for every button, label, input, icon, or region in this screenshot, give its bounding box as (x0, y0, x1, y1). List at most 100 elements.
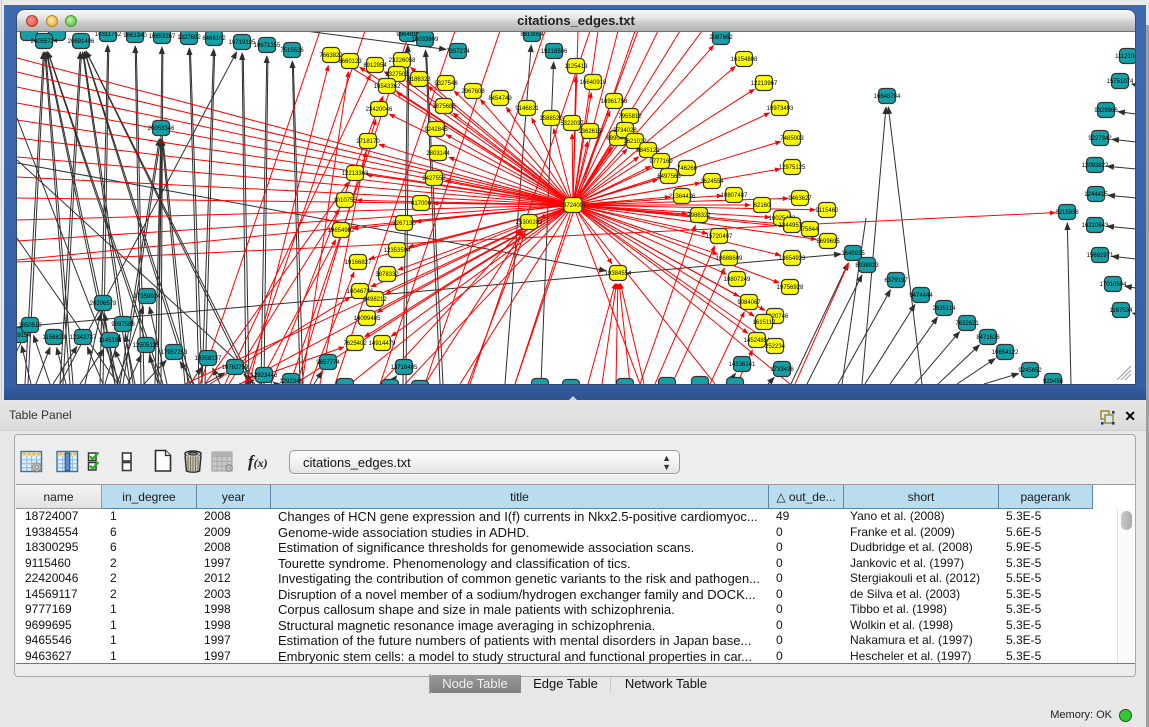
svg-text:11121066: 11121066 (1115, 54, 1135, 60)
svg-text:62160: 62160 (754, 203, 771, 209)
svg-text:9115460: 9115460 (816, 208, 840, 214)
svg-text:17957253: 17957253 (161, 350, 188, 356)
svg-text:19654982: 19654982 (328, 228, 355, 234)
svg-text:14136141: 14136141 (729, 362, 756, 368)
svg-text:12342737: 12342737 (70, 335, 97, 341)
svg-text:9084067: 9084067 (737, 300, 761, 306)
svg-text:9327503: 9327503 (385, 72, 409, 78)
svg-text:10358137: 10358137 (195, 356, 222, 362)
svg-text:2718170: 2718170 (356, 139, 380, 145)
svg-text:9242845: 9242845 (424, 127, 448, 133)
svg-text:7515526: 7515526 (280, 48, 304, 54)
svg-text:10654122: 10654122 (992, 350, 1019, 356)
svg-text:1125419: 1125419 (565, 64, 589, 70)
svg-text:24055724: 24055724 (31, 39, 58, 45)
svg-text:17010504: 17010504 (1100, 282, 1127, 288)
svg-text:16640910: 16640910 (580, 80, 607, 86)
svg-text:10311752: 10311752 (95, 32, 122, 38)
svg-text:12213363: 12213363 (342, 171, 369, 177)
svg-text:1362615: 1362615 (578, 129, 602, 135)
svg-text:20206578: 20206578 (90, 301, 117, 307)
svg-text:9777169: 9777169 (649, 159, 673, 165)
svg-text:3267130: 3267130 (392, 221, 416, 227)
svg-text:1244415: 1244415 (1084, 192, 1108, 198)
svg-text:23226058: 23226058 (389, 58, 416, 64)
svg-text:1615112: 1615112 (753, 320, 777, 326)
svg-text:12823446: 12823446 (251, 373, 278, 379)
svg-text:12353594: 12353594 (384, 248, 411, 254)
svg-text:9245652: 9245652 (1018, 368, 1042, 374)
svg-text:1010755: 1010755 (333, 198, 357, 204)
svg-text:7986322: 7986322 (687, 213, 711, 219)
svg-text:9498212: 9498212 (363, 297, 387, 303)
svg-text:15720407: 15720407 (706, 234, 733, 240)
svg-text:7357274: 7357274 (446, 49, 470, 55)
svg-text:75844: 75844 (802, 227, 819, 233)
svg-text:16033809: 16033809 (412, 37, 439, 43)
svg-text:12975125: 12975125 (779, 165, 806, 171)
svg-text:9657774: 9657774 (316, 360, 340, 366)
svg-text:1292346: 1292346 (279, 379, 303, 384)
svg-text:1850510: 1850510 (18, 323, 42, 329)
svg-text:9861340: 9861340 (123, 33, 147, 39)
svg-text:1733426: 1733426 (770, 367, 794, 373)
svg-text:8912954: 8912954 (363, 63, 387, 69)
svg-text:1156829: 1156829 (43, 335, 67, 341)
svg-text:12213967: 12213967 (751, 81, 778, 87)
svg-text:6466102: 6466102 (202, 36, 226, 42)
svg-text:18724007: 18724007 (560, 203, 587, 209)
svg-text:10671355: 10671355 (254, 43, 281, 49)
svg-text:9327546: 9327546 (434, 81, 458, 87)
svg-text:7625402: 7625402 (343, 341, 367, 347)
svg-text:1640935: 1640935 (841, 251, 865, 257)
svg-text:3875685: 3875685 (432, 104, 456, 110)
svg-text:8215938: 8215938 (1055, 210, 1079, 216)
svg-text:2803144: 2803144 (426, 151, 450, 157)
svg-text:12093822: 12093822 (1082, 163, 1109, 169)
svg-text:3878332: 3878332 (375, 272, 399, 278)
svg-text:8938923: 8938923 (855, 263, 879, 269)
svg-text:8186323: 8186323 (407, 77, 431, 83)
svg-text:19166827: 19166827 (345, 260, 372, 266)
svg-text:13716485: 13716485 (391, 365, 418, 371)
svg-text:6497568: 6497568 (657, 174, 681, 180)
svg-text:16648784: 16648784 (874, 94, 901, 100)
svg-text:8454749: 8454749 (488, 96, 512, 102)
svg-text:14914479: 14914479 (369, 341, 396, 347)
svg-text:1145193: 1145193 (99, 338, 123, 344)
svg-text:15692971: 15692971 (1087, 253, 1114, 259)
svg-text:6699695: 6699695 (816, 239, 840, 245)
svg-text:12505135: 12505135 (133, 343, 160, 349)
svg-text:7485003: 7485003 (780, 136, 804, 142)
svg-text:10782759: 10782759 (222, 365, 249, 371)
svg-text:19384554: 19384554 (605, 271, 632, 277)
svg-text:2967608: 2967608 (461, 89, 485, 95)
svg-text:18807249: 18807249 (724, 277, 751, 283)
svg-text:252234: 252234 (765, 344, 786, 350)
svg-text:9474444: 9474444 (909, 293, 933, 299)
svg-text:14099485: 14099485 (354, 316, 381, 322)
svg-text:23420046: 23420046 (366, 107, 393, 113)
svg-text:1939154: 1939154 (17, 333, 31, 339)
svg-text:8813054: 8813054 (520, 32, 544, 38)
svg-text:19218506: 19218506 (541, 49, 568, 55)
svg-text:3624554: 3624554 (700, 179, 724, 185)
svg-text:929456: 929456 (1043, 379, 1064, 384)
svg-text:20053346: 20053346 (148, 126, 175, 132)
svg-text:20691406: 20691406 (68, 39, 95, 45)
svg-text:9097588: 9097588 (111, 322, 135, 328)
svg-text:417006: 417006 (411, 201, 432, 207)
svg-text:10973493: 10973493 (767, 106, 794, 112)
svg-text:1167534: 1167534 (1110, 308, 1134, 314)
svg-text:16154808: 16154808 (731, 57, 758, 63)
svg-text:15751074: 15751074 (1107, 79, 1134, 85)
svg-text:7955812: 7955812 (618, 114, 642, 120)
svg-text:9146821: 9146821 (515, 106, 539, 112)
svg-text:8471626: 8471626 (976, 335, 1000, 341)
svg-text:10719135: 10719135 (229, 40, 256, 46)
svg-text:16961758: 16961758 (601, 99, 628, 105)
svg-text:9227342: 9227342 (1088, 136, 1112, 142)
svg-text:10807487: 10807487 (721, 193, 748, 199)
svg-text:9463627: 9463627 (788, 196, 812, 202)
svg-text:2087662: 2087662 (709, 35, 733, 41)
